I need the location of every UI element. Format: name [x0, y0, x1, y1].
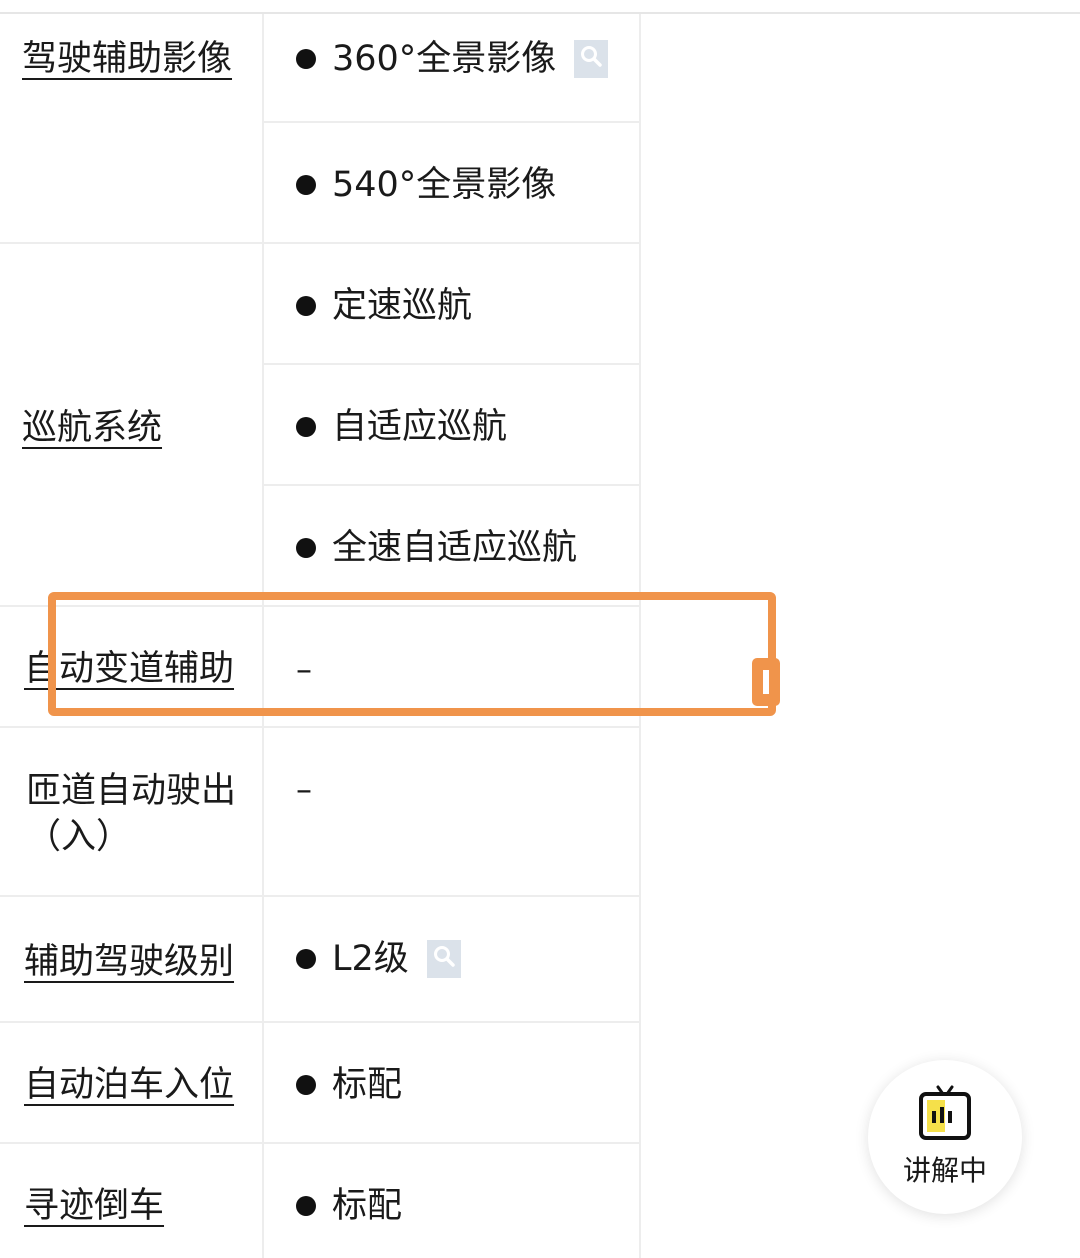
bullet-icon	[296, 175, 316, 195]
list-item: 标配	[296, 1062, 402, 1108]
row-label-assist-level[interactable]: 辅助驾驶级别	[24, 939, 254, 985]
row-label-auto-parking[interactable]: 自动泊车入位	[24, 1062, 254, 1108]
row-label-trace-reverse[interactable]: 寻迹倒车	[24, 1183, 254, 1229]
row-divider	[0, 1142, 640, 1144]
bullet-icon	[296, 296, 316, 316]
list-item: 标配	[296, 1183, 402, 1229]
list-item: 360°全景影像	[296, 36, 609, 82]
top-divider	[0, 12, 1080, 14]
fab-label: 讲解中	[902, 1154, 987, 1187]
bullet-icon	[296, 949, 316, 969]
item-text: 标配	[332, 1186, 403, 1226]
row-divider	[264, 121, 640, 123]
item-text: 360°全景影像	[332, 39, 557, 79]
row-value: –	[296, 770, 312, 808]
item-text: 自适应巡航	[332, 407, 508, 447]
row-divider	[0, 895, 640, 897]
row-divider	[0, 726, 640, 728]
item-text: 定速巡航	[332, 286, 473, 326]
bullet-icon	[296, 538, 316, 558]
list-item: 定速巡航	[296, 283, 472, 329]
bullet-icon	[296, 1196, 316, 1216]
list-item: 自适应巡航	[296, 404, 507, 450]
list-item: L2级	[296, 936, 461, 982]
item-text: 540°全景影像	[332, 165, 557, 205]
bullet-icon	[296, 417, 316, 437]
row-divider	[0, 242, 640, 244]
row-divider	[0, 1021, 640, 1023]
list-item: 540°全景影像	[296, 162, 556, 208]
row-label-assist-camera[interactable]: 驾驶辅助影像	[22, 36, 252, 82]
resize-handle[interactable]	[752, 658, 780, 706]
search-icon[interactable]	[426, 940, 461, 978]
row-divider	[264, 484, 640, 486]
item-text: 全速自适应巡航	[332, 528, 578, 568]
selection-highlight-box	[48, 592, 776, 716]
search-icon[interactable]	[574, 40, 609, 78]
row-divider	[264, 363, 640, 365]
row-label-ramp-exit: 匝道自动驶出（入）	[26, 771, 237, 857]
tv-icon	[919, 1085, 971, 1140]
explaining-fab[interactable]: 讲解中	[868, 1060, 1022, 1214]
item-text: L2级	[332, 939, 409, 979]
item-text: 标配	[332, 1065, 403, 1105]
bullet-icon	[296, 49, 316, 69]
row-label-cruise-system[interactable]: 巡航系统	[22, 405, 252, 451]
list-item: 全速自适应巡航	[296, 525, 577, 571]
bullet-icon	[296, 1075, 316, 1095]
